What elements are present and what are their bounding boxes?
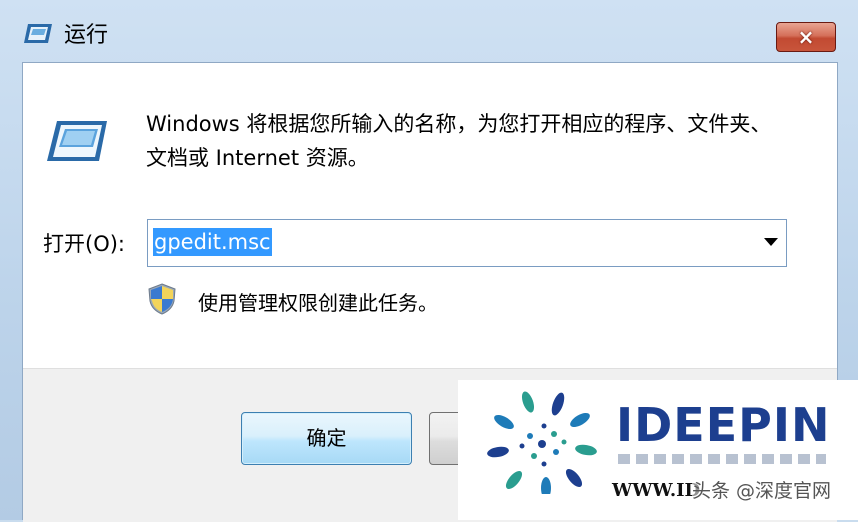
run-description: Windows 将根据您所输入的名称，为您打开相应的程序、文件夹、文档或 Int… bbox=[146, 112, 772, 170]
open-input[interactable]: gpedit.msc bbox=[153, 228, 272, 256]
watermark-brand: IDEEPIN bbox=[616, 398, 831, 452]
ok-button[interactable]: 确定 bbox=[241, 412, 412, 465]
ideepin-logo-icon bbox=[487, 391, 597, 494]
ok-button-label: 确定 bbox=[306, 426, 347, 450]
close-icon: × bbox=[797, 25, 815, 49]
admin-note: 使用管理权限创建此任务。 bbox=[198, 291, 438, 315]
uac-shield-icon bbox=[148, 283, 176, 315]
open-label: 打开(O): bbox=[43, 232, 125, 256]
run-icon bbox=[24, 24, 52, 43]
window-title: 运行 bbox=[64, 23, 109, 48]
chevron-down-icon[interactable] bbox=[764, 238, 778, 246]
close-button[interactable]: × bbox=[776, 22, 836, 52]
title-bar[interactable]: 运行 × bbox=[0, 0, 858, 62]
run-icon bbox=[47, 121, 107, 161]
watermark-stripe bbox=[618, 454, 826, 464]
watermark: IDEEPIN WWW.ID 头条 @深度官网 bbox=[458, 380, 858, 520]
watermark-url: WWW.ID bbox=[612, 480, 701, 501]
open-combobox[interactable]: gpedit.msc bbox=[147, 219, 787, 267]
watermark-credit: 头条 @深度官网 bbox=[692, 480, 832, 502]
